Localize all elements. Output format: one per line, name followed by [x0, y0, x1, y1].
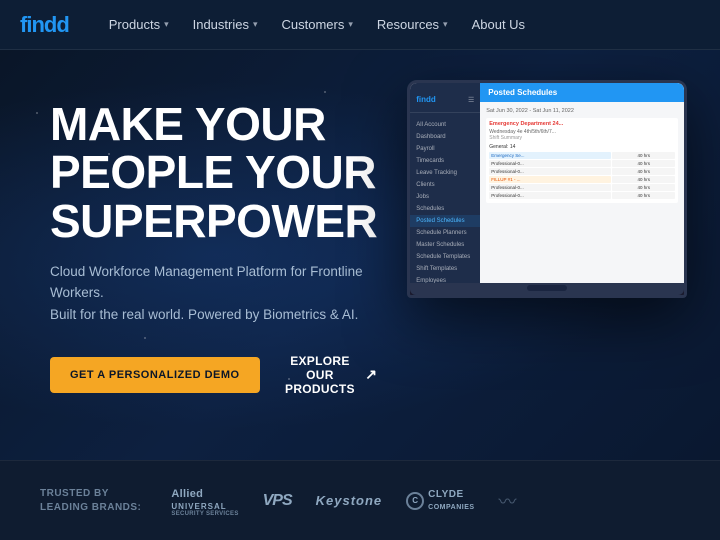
- hero-headline: MAKE YOUR PEOPLE YOUR SUPERPOWER: [50, 100, 377, 245]
- navigation: findd Products ▾ Industries ▾ Customers …: [0, 0, 720, 50]
- app-logo-bar: findd ☰: [410, 91, 480, 113]
- nav-item-customers[interactable]: Customers ▾: [272, 11, 363, 38]
- brand-logos: AlliedUNIVERSALSECURITY SERVICES VPS Key…: [171, 484, 680, 517]
- sidebar-shift-templates[interactable]: Shift Templates: [410, 263, 480, 275]
- app-schedule-block: Emergency Department 24... Wednesday 4e …: [486, 118, 678, 203]
- app-header-bar: Posted Schedules: [480, 83, 684, 102]
- brand-wave: 〰: [499, 488, 517, 514]
- nav-item-resources[interactable]: Resources ▾: [367, 11, 458, 38]
- hero-subtitle: Cloud Workforce Management Platform for …: [50, 261, 377, 326]
- demo-button[interactable]: GET A PERSONALIZED DEMO: [50, 357, 260, 393]
- sidebar-all-account[interactable]: All Account: [410, 119, 480, 131]
- hero-text-block: MAKE YOUR PEOPLE YOUR SUPERPOWER Cloud W…: [50, 90, 377, 396]
- hero-section: MAKE YOUR PEOPLE YOUR SUPERPOWER Cloud W…: [0, 50, 720, 460]
- app-sidebar: findd ☰ All Account Dashboard Payroll Ti…: [410, 83, 480, 283]
- logo[interactable]: findd: [20, 12, 69, 38]
- sidebar-posted-schedules[interactable]: Posted Schedules: [410, 215, 480, 227]
- brand-keystone: Keystone: [316, 492, 383, 510]
- app-page-title: Posted Schedules: [488, 88, 557, 97]
- brand-allied-universal: AlliedUNIVERSALSECURITY SERVICES: [171, 484, 238, 517]
- clyde-icon: C: [406, 492, 424, 510]
- app-table-row: Professional-0... 40 hrs: [489, 184, 675, 191]
- app-date-range: Sat Jun 30, 2022 - Sat Jun 11, 2022: [486, 108, 678, 114]
- sidebar-schedule-templates[interactable]: Schedule Templates: [410, 251, 480, 263]
- app-main-content: Posted Schedules Sat Jun 30, 2022 - Sat …: [480, 83, 684, 283]
- app-table-row: Professional-0... 40 hrs: [489, 192, 675, 199]
- laptop-screen-wrapper: findd ☰ All Account Dashboard Payroll Ti…: [407, 80, 687, 298]
- hero-cta-buttons: GET A PERSONALIZED DEMO EXPLORE OUR PROD…: [50, 354, 377, 396]
- app-mockup: findd ☰ All Account Dashboard Payroll Ti…: [407, 80, 687, 298]
- sidebar-employees[interactable]: Employees: [410, 275, 480, 283]
- laptop-base: [410, 283, 684, 295]
- sidebar-leave-tracking[interactable]: Leave Tracking: [410, 167, 480, 179]
- sidebar-schedules[interactable]: Schedules: [410, 203, 480, 215]
- trusted-label: TRUSTED BY LEADING BRANDS:: [40, 487, 141, 515]
- sidebar-dashboard[interactable]: Dashboard: [410, 131, 480, 143]
- nav-links: Products ▾ Industries ▾ Customers ▾ Reso…: [99, 11, 535, 38]
- sidebar-jobs[interactable]: Jobs: [410, 191, 480, 203]
- laptop-screen: findd ☰ All Account Dashboard Payroll Ti…: [410, 83, 684, 283]
- app-table-row: FILLUP #1 - ... 40 hrs: [489, 176, 675, 183]
- hamburger-icon: ☰: [468, 96, 474, 104]
- trusted-brands-bar: TRUSTED BY LEADING BRANDS: AlliedUNIVERS…: [0, 460, 720, 540]
- app-table-row: Professional-0... 40 hrs: [489, 160, 675, 167]
- sidebar-timecards[interactable]: Timecards: [410, 155, 480, 167]
- sidebar-payroll[interactable]: Payroll: [410, 143, 480, 155]
- app-table-row: Emergency Se... 40 hrs: [489, 152, 675, 159]
- app-body: Sat Jun 30, 2022 - Sat Jun 11, 2022 Emer…: [480, 102, 684, 212]
- explore-button[interactable]: EXPLORE OUR PRODUCTS ↗: [280, 354, 378, 396]
- sidebar-clients[interactable]: Clients: [410, 179, 480, 191]
- arrow-icon: ↗: [365, 366, 377, 383]
- nav-item-products[interactable]: Products ▾: [99, 11, 179, 38]
- nav-item-about[interactable]: About Us: [462, 11, 535, 38]
- chevron-down-icon: ▾: [164, 19, 169, 30]
- sidebar-master-schedules[interactable]: Master Schedules: [410, 239, 480, 251]
- app-table-row: Professional-0... 40 hrs: [489, 168, 675, 175]
- brand-vps: VPS: [263, 492, 292, 510]
- app-logo: findd: [416, 95, 436, 104]
- chevron-down-icon: ▾: [253, 19, 258, 30]
- chevron-down-icon: ▾: [443, 19, 448, 30]
- nav-item-industries[interactable]: Industries ▾: [183, 11, 268, 38]
- brand-clyde: C CLYDECOMPANIES: [406, 489, 474, 513]
- sidebar-schedule-planners[interactable]: Schedule Planners: [410, 227, 480, 239]
- chevron-down-icon: ▾: [348, 19, 353, 30]
